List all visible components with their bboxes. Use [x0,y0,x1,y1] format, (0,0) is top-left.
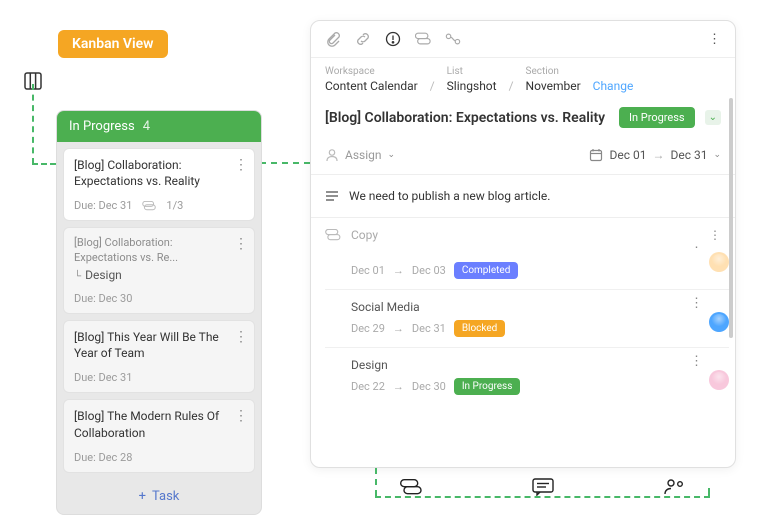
kanban-column-title: In Progress [69,119,135,134]
connector-line [32,84,34,164]
more-icon[interactable]: ⋮ [234,329,248,345]
assign-label: Assign [345,148,382,162]
avatar[interactable] [709,370,729,390]
priority-icon[interactable] [385,31,401,47]
connector-line [375,468,377,496]
connector-line [32,163,56,165]
card-due: Due: Dec 28 [74,451,132,464]
arrow-right-icon: → [393,380,404,393]
dependency-icon[interactable] [445,31,461,47]
card-parent: [Blog] Collaboration: Expectations vs. R… [74,236,244,266]
add-task-label: Task [152,489,179,504]
kanban-column: In Progress 4 [Blog] Collaboration: Expe… [56,110,262,515]
date-range-button[interactable]: Dec 01 → Dec 31 ⌄ [589,148,721,162]
scrollbar[interactable] [729,98,733,338]
breadcrumb-list[interactable]: Slingshot [447,79,497,93]
more-icon[interactable]: ⋮ [690,246,703,251]
subtask-date-end: Dec 30 [412,380,446,393]
breadcrumb-section-label: Section [526,66,581,77]
task-detail-panel: ⋮ Workspace Content Calendar / List Slin… [310,20,736,468]
task-description-text: We need to publish a new blog article. [349,189,550,203]
child-indicator-icon: └ [74,271,81,282]
task-description[interactable]: We need to publish a new blog article. [311,175,735,218]
subtask-date-end: Dec 03 [412,264,446,277]
kanban-card[interactable]: [Blog] Collaboration: Expectations vs. R… [63,227,255,314]
status-badge: In Progress [454,378,521,395]
kanban-column-count: 4 [143,119,150,134]
card-title: [Blog] Collaboration: Expectations vs. R… [74,157,244,189]
subtask-date-start: Dec 01 [351,264,385,277]
panel-toolbar: ⋮ [311,21,735,58]
arrow-right-icon: → [652,148,664,162]
avatar[interactable] [709,252,729,272]
attachment-icon[interactable] [325,31,341,47]
more-icon[interactable]: ⋮ [690,354,703,369]
status-pill[interactable]: In Progress [619,107,695,128]
more-icon[interactable]: ⋮ [709,228,721,242]
subtask-item[interactable]: Social Media Dec 29 → Dec 31 Blocked ⋮ [325,289,729,347]
kanban-view-badge: Kanban View [58,30,168,58]
connector-line [260,162,310,164]
arrow-right-icon: → [393,322,404,335]
subtask-item[interactable]: Design Dec 22 → Dec 30 In Progress ⋮ [325,347,729,405]
more-icon[interactable]: ⋮ [234,408,248,424]
chevron-down-icon: ⌄ [388,150,396,160]
breadcrumb-workspace[interactable]: Content Calendar [325,79,418,93]
more-icon[interactable]: ⋮ [690,296,703,311]
people-icon [664,478,686,500]
subtask-icon [400,478,422,500]
more-icon[interactable]: ⋮ [708,32,721,47]
kanban-card[interactable]: [Blog] Collaboration: Expectations vs. R… [63,148,255,221]
chevron-down-icon: ⌄ [713,150,721,160]
bottom-icon-row [400,478,686,500]
link-icon[interactable] [355,31,371,47]
date-start: Dec 01 [609,148,646,162]
card-due: Due: Dec 31 [74,371,132,384]
comment-icon [142,199,156,212]
comment-big-icon [532,478,554,500]
card-title: [Blog] The Modern Rules Of Collaboration [74,408,244,440]
more-icon[interactable]: ⋮ [234,157,248,173]
card-title: [Blog] This Year Will Be The Year of Tea… [74,329,244,361]
subtask-date-start: Dec 29 [351,322,385,335]
breadcrumb: Workspace Content Calendar / List Slings… [311,58,735,93]
arrow-right-icon: → [393,264,404,277]
kanban-column-header: In Progress 4 [57,111,261,142]
date-end: Dec 31 [670,148,707,162]
add-task-button[interactable]: + Task [57,479,261,514]
subtasks-label: Copy [351,228,378,242]
subtask-item[interactable]: Dec 01 → Dec 03 Completed ⋮ [325,250,729,289]
subtask-list: Dec 01 → Dec 03 Completed ⋮ Social Media… [311,246,735,415]
connector-line [708,488,710,498]
card-title: Design [85,268,122,282]
assign-button[interactable]: Assign ⌄ [325,148,395,162]
subtask-date-end: Dec 31 [412,322,446,335]
breadcrumb-section[interactable]: November [526,79,581,93]
breadcrumb-workspace-label: Workspace [325,66,418,77]
task-title[interactable]: [Blog] Collaboration: Expectations vs. R… [325,110,611,126]
status-badge: Blocked [454,320,506,337]
status-dropdown-icon[interactable]: ⌄ [705,110,721,125]
breadcrumb-list-label: List [447,66,497,77]
plus-icon: + [139,489,146,504]
kanban-card[interactable]: [Blog] The Modern Rules Of Collaboration… [63,399,255,472]
subtask-name: Social Media [351,300,721,314]
more-icon[interactable]: ⋮ [234,236,248,252]
avatar[interactable] [709,312,729,332]
subtasks-header: Copy ⋮ [311,218,735,246]
card-due: Due: Dec 30 [74,292,132,305]
status-badge: Completed [454,262,519,279]
kanban-card[interactable]: [Blog] This Year Will Be The Year of Tea… [63,320,255,393]
subtask-icon[interactable] [415,31,431,47]
card-due: Due: Dec 31 [74,199,132,212]
subtask-date-start: Dec 22 [351,380,385,393]
card-comments: 1/3 [166,199,183,212]
subtask-name: Design [351,358,721,372]
breadcrumb-change-link[interactable]: Change [593,79,634,93]
